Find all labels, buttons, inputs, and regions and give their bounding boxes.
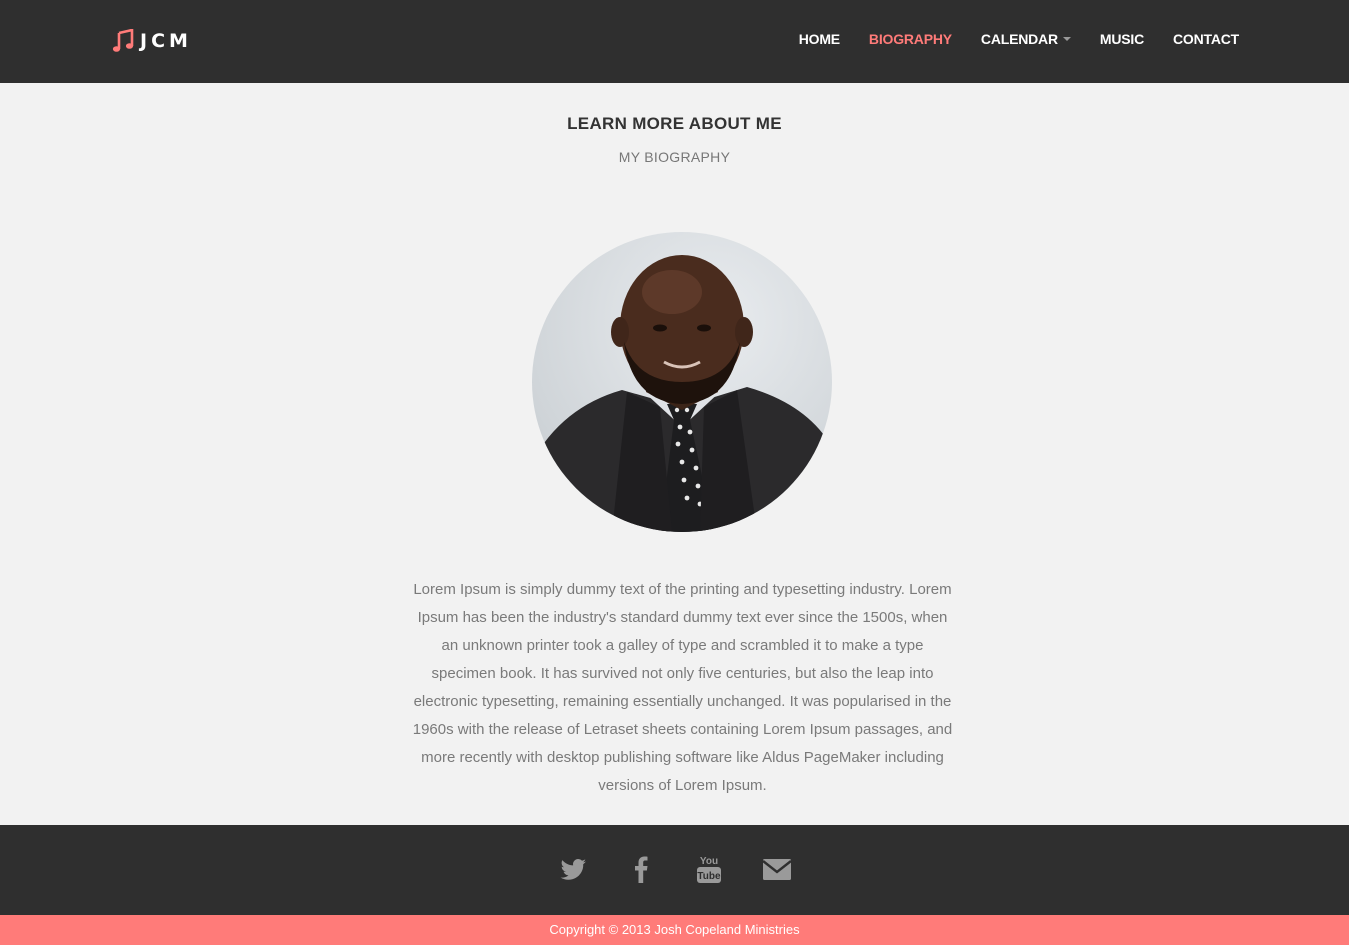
biography-text: Lorem Ipsum is simply dummy text of the …	[412, 581, 953, 794]
email-link[interactable]	[761, 853, 793, 885]
caret-down-icon	[1062, 37, 1071, 41]
nav-home[interactable]: HOME	[799, 31, 840, 47]
twitter-icon	[560, 859, 586, 880]
brand-text: JCM	[140, 30, 192, 52]
music-note-icon	[112, 29, 134, 52]
youtube-link[interactable]: You Tube	[693, 853, 725, 885]
social-links: You Tube	[0, 853, 1349, 885]
youtube-icon: You Tube	[696, 856, 721, 883]
nav-calendar[interactable]: CALENDAR	[981, 31, 1071, 47]
copyright-text: Copyright © 2013 Josh Copeland Ministrie…	[549, 922, 800, 937]
main-nav: HOME BIOGRAPHY CALENDAR MUSIC CONTACT	[770, 30, 1239, 50]
navbar: JCM HOME BIOGRAPHY CALENDAR MUSIC CONTAC…	[0, 0, 1349, 83]
profile-photo	[532, 232, 832, 532]
footer: You Tube	[0, 825, 1349, 915]
twitter-link[interactable]	[557, 853, 589, 885]
facebook-icon	[634, 856, 647, 883]
svg-text:You: You	[699, 856, 717, 867]
nav-biography[interactable]: BIOGRAPHY	[869, 31, 952, 47]
nav-music[interactable]: MUSIC	[1100, 31, 1144, 47]
email-icon	[761, 859, 792, 880]
copyright-bar: Copyright © 2013 Josh Copeland Ministrie…	[0, 915, 1349, 945]
portrait-illustration	[532, 255, 832, 532]
brand-link[interactable]: JCM	[112, 28, 192, 54]
page-title: LEARN MORE ABOUT ME	[567, 114, 782, 133]
nav-calendar-label: CALENDAR	[980, 31, 1058, 47]
svg-text:Tube: Tube	[697, 871, 721, 882]
facebook-link[interactable]	[625, 853, 657, 885]
page-subtitle: MY BIOGRAPHY	[618, 149, 731, 165]
nav-contact[interactable]: CONTACT	[1173, 31, 1239, 47]
